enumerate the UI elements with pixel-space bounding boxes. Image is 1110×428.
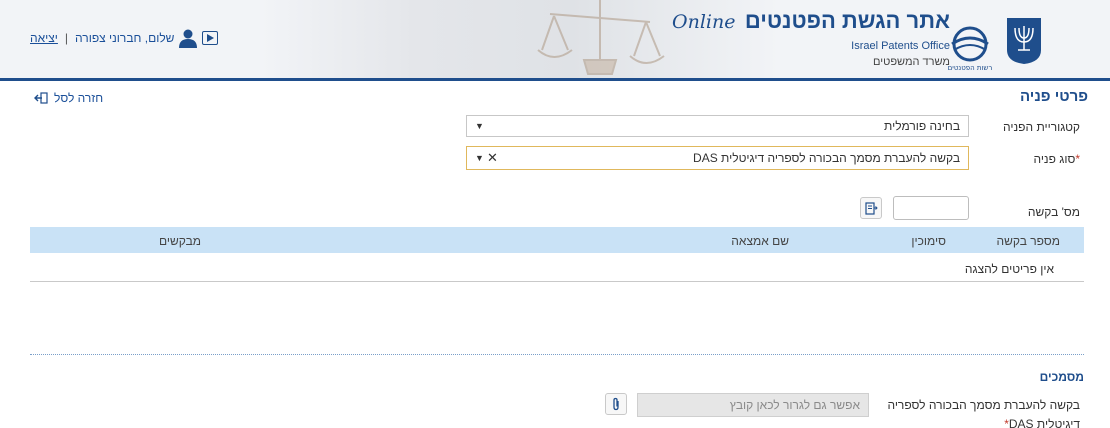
page-title: פרטי פניה [1019,88,1088,105]
table-header: מספר בקשה סימוכין שם אמצאה מבקשים [30,227,1084,253]
column-header[interactable]: מבקשים [159,234,201,248]
user-greeting: שלום, חברוני צפורה [75,31,175,45]
site-brand: אתר הגשת הפטנטים Online Israel Patents O… [672,8,950,68]
logout-link[interactable]: יציאה [30,31,58,45]
back-to-cart-label[interactable]: חזרה לסל [54,91,103,105]
column-header[interactable]: מספר בקשה [997,234,1060,248]
upload-placeholder: אפשר גם לגרור לכאן קובץ [729,398,860,412]
ministry-name: משרד המשפטים [873,56,950,68]
clear-icon[interactable]: ✕ [487,150,498,166]
back-to-cart-link[interactable]: חזרה לסל [34,91,103,105]
add-document-icon [864,201,878,215]
user-area: יציאה | שלום, חברוני צפורה [30,28,226,48]
logo-caption: רשות הפטנטים [948,64,993,72]
office-name-en: Israel Patents Office [851,40,950,52]
site-title: אתר הגשת הפטנטים [744,8,950,33]
request-number-input[interactable] [893,196,969,220]
file-upload-dropzone[interactable]: אפשר גם לגרור לכאן קובץ [637,393,869,417]
video-help-icon[interactable] [202,31,219,45]
back-arrow-icon [34,92,48,104]
category-label: קטגוריית הפניה [1003,120,1080,134]
site-title-online: Online [672,11,736,33]
user-icon [179,29,198,48]
dropdown-arrow-icon[interactable]: ▼ [475,121,484,131]
section-divider [30,354,1084,355]
header-divider [0,78,1110,81]
separator: | [64,31,69,45]
add-request-button[interactable] [860,197,882,219]
scales-of-justice-image [537,0,665,75]
column-header[interactable]: סימוכין [911,234,946,248]
request-type-label: *סוג פניה [1033,152,1080,166]
state-emblem-icon [1007,18,1041,64]
category-value: בחינה פורמלית [884,119,960,133]
dropdown-arrow-icon[interactable]: ▼ [475,153,484,163]
column-header[interactable]: שם אמצאה [731,234,789,248]
documents-section-title: מסמכים [1039,370,1084,384]
request-type-select[interactable]: בקשה להעברת מסמך הבכורה לספריה דיגיטלית … [466,146,969,170]
document-label: בקשה להעברת מסמך הבכורה לספריה דיגיטלית … [887,398,1080,428]
table-row: אין פריטים להצגה [30,253,1084,282]
request-number-label: מס' בקשה [1027,205,1080,219]
paperclip-icon [613,397,619,411]
category-select[interactable]: בחינה פורמלית ▼ [466,115,969,137]
top-header: יציאה | שלום, חברוני צפורה אתר הגשת הפטנ… [0,0,1110,78]
patent-office-logo: רשות הפטנטים [948,26,993,72]
request-type-value: בקשה להעברת מסמך הבכורה לספריה דיגיטלית … [693,151,960,165]
empty-table-message: אין פריטים להצגה [964,262,1054,276]
attach-file-button[interactable] [605,393,627,415]
